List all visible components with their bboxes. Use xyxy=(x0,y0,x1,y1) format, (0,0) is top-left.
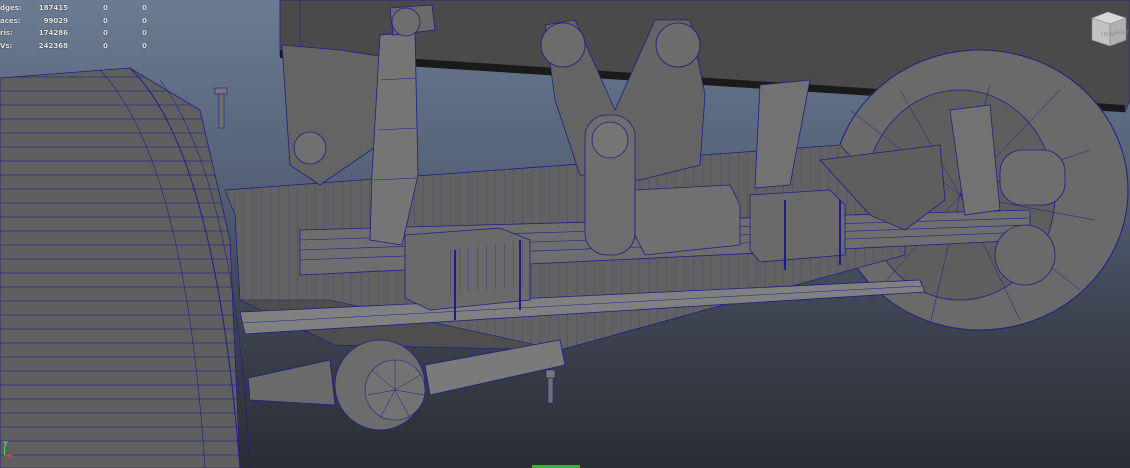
hud-row-faces: aces: 99029 0 0 xyxy=(0,15,160,28)
hud-value: 99029 xyxy=(43,16,68,25)
hud-row-uvs: Vs: 242368 0 0 xyxy=(0,40,160,53)
hud-value-selected: 0 xyxy=(103,4,108,12)
hud-value: 174286 xyxy=(38,29,68,37)
hud-value-tri: 0 xyxy=(142,29,147,37)
hud-label: aces: xyxy=(0,16,21,25)
hud-label: ris: xyxy=(0,29,13,37)
hud-value-selected: 0 xyxy=(103,16,108,25)
view-cube-right-label: RIGHT xyxy=(1115,30,1129,36)
bolt-bottom-center xyxy=(545,369,556,404)
hud-value-selected: 0 xyxy=(103,41,108,50)
axis-gizmo: Y x xyxy=(2,440,16,462)
hud-value-tri: 0 xyxy=(142,16,147,25)
3d-viewport[interactable]: dges: 187415 0 0 aces: 99029 0 0 ris: 17… xyxy=(0,0,1130,468)
hub-knuckle-left xyxy=(247,339,566,431)
hud-value-selected: 0 xyxy=(103,29,108,37)
hud-value: 242368 xyxy=(38,41,68,50)
view-cube[interactable]: FRONT RIGHT xyxy=(1088,8,1130,50)
hud-value-tri: 0 xyxy=(142,41,147,50)
hud-value-tri: 0 xyxy=(142,4,147,12)
poly-count-hud: dges: 187415 0 0 aces: 99029 0 0 ris: 17… xyxy=(0,2,160,52)
bolt-top-left xyxy=(214,87,228,129)
brake-drum-left xyxy=(0,67,251,468)
axis-x-label: x xyxy=(8,452,13,460)
hud-value: 187415 xyxy=(38,4,68,12)
hud-row-edges: dges: 187415 0 0 xyxy=(0,2,160,15)
hud-label: dges: xyxy=(0,4,22,12)
view-cube-icon: FRONT RIGHT xyxy=(1091,11,1129,47)
suspension-wireframe-render xyxy=(0,0,1130,468)
hud-row-tris: ris: 174286 0 0 xyxy=(0,27,160,40)
hud-label: Vs: xyxy=(0,41,13,50)
